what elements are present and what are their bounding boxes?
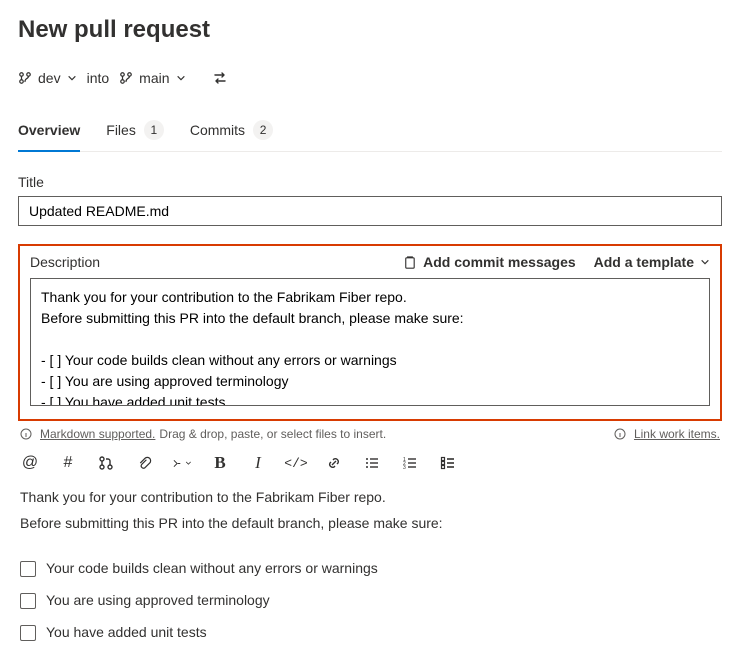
task-checkbox[interactable] [20,625,36,641]
description-textarea[interactable] [30,278,710,406]
chevron-down-icon [185,458,192,468]
paperclip-icon [137,456,152,471]
description-preview: Thank you for your contribution to the F… [18,487,722,643]
drag-drop-hint: Drag & drop, paste, or select files to i… [159,427,386,441]
info-icon [614,428,626,440]
task-label: You are using approved terminology [46,590,270,612]
target-branch-picker[interactable]: main [119,70,185,86]
preview-line: Thank you for your contribution to the F… [20,487,720,509]
bullet-list-button[interactable] [362,453,382,473]
chevron-down-icon [700,257,710,267]
heading-icon [172,456,182,471]
mention-button[interactable]: @ [20,453,40,473]
into-label: into [87,70,110,86]
description-section: Description Add commit messages Add a te… [18,244,722,421]
link-button[interactable] [324,453,344,473]
tab-count-badge: 2 [253,120,273,140]
code-icon: </> [284,456,307,471]
swap-icon [212,70,228,86]
task-row: Your code builds clean without any error… [20,558,720,580]
code-button[interactable]: </> [286,453,306,473]
task-label: Your code builds clean without any error… [46,558,378,580]
branch-icon [119,70,133,86]
task-checkbox[interactable] [20,593,36,609]
tab-commits[interactable]: Commits 2 [190,120,273,152]
task-list-icon [440,455,456,471]
branch-icon [18,70,32,86]
reference-button[interactable]: # [58,453,78,473]
info-icon [20,428,32,440]
add-commit-messages-label: Add commit messages [423,254,576,270]
tab-count-badge: 1 [144,120,164,140]
tabs: Overview Files 1 Commits 2 [18,120,722,152]
link-icon [326,455,342,471]
svg-text:3: 3 [403,465,406,471]
chevron-down-icon [176,73,186,83]
italic-icon: I [255,453,261,473]
tab-files[interactable]: Files 1 [106,120,164,152]
heading-button[interactable] [172,453,192,473]
editor-toolbar: @ # B I </> 1 2 3 [18,449,722,487]
source-branch-name: dev [38,70,61,86]
title-input[interactable] [18,196,722,226]
title-label: Title [18,174,722,190]
bold-button[interactable]: B [210,453,230,473]
numbered-list-button[interactable]: 1 2 3 [400,453,420,473]
target-branch-name: main [139,70,169,86]
clipboard-icon [402,255,417,270]
italic-button[interactable]: I [248,453,268,473]
link-work-items-link[interactable]: Link work items. [634,427,720,441]
bold-icon: B [214,453,225,473]
chevron-down-icon [67,73,77,83]
branch-selector-row: dev into main [18,64,722,92]
tab-label: Commits [190,122,245,138]
tab-overview[interactable]: Overview [18,120,80,152]
at-icon: @ [22,455,38,471]
list-bullet-icon [364,455,380,471]
tab-label: Overview [18,122,80,138]
tab-label: Files [106,122,136,138]
task-row: You are using approved terminology [20,590,720,612]
page-title: New pull request [18,16,722,44]
swap-branches-button[interactable] [206,64,234,92]
description-label: Description [30,254,384,270]
pull-request-icon [98,455,114,471]
add-template-label: Add a template [594,254,694,270]
list-numbered-icon: 1 2 3 [402,455,418,471]
task-list-button[interactable] [438,453,458,473]
preview-line: Before submitting this PR into the defau… [20,513,720,535]
source-branch-picker[interactable]: dev [18,70,77,86]
attach-button[interactable] [134,453,154,473]
hints-row: Markdown supported. Drag & drop, paste, … [20,427,720,441]
task-row: You have added unit tests [20,622,720,644]
hash-icon: # [64,455,73,471]
pull-request-button[interactable] [96,453,116,473]
markdown-supported-link[interactable]: Markdown supported. [40,427,155,441]
add-template-button[interactable]: Add a template [594,254,710,270]
task-label: You have added unit tests [46,622,207,644]
add-commit-messages-button[interactable]: Add commit messages [402,254,576,270]
task-checkbox[interactable] [20,561,36,577]
